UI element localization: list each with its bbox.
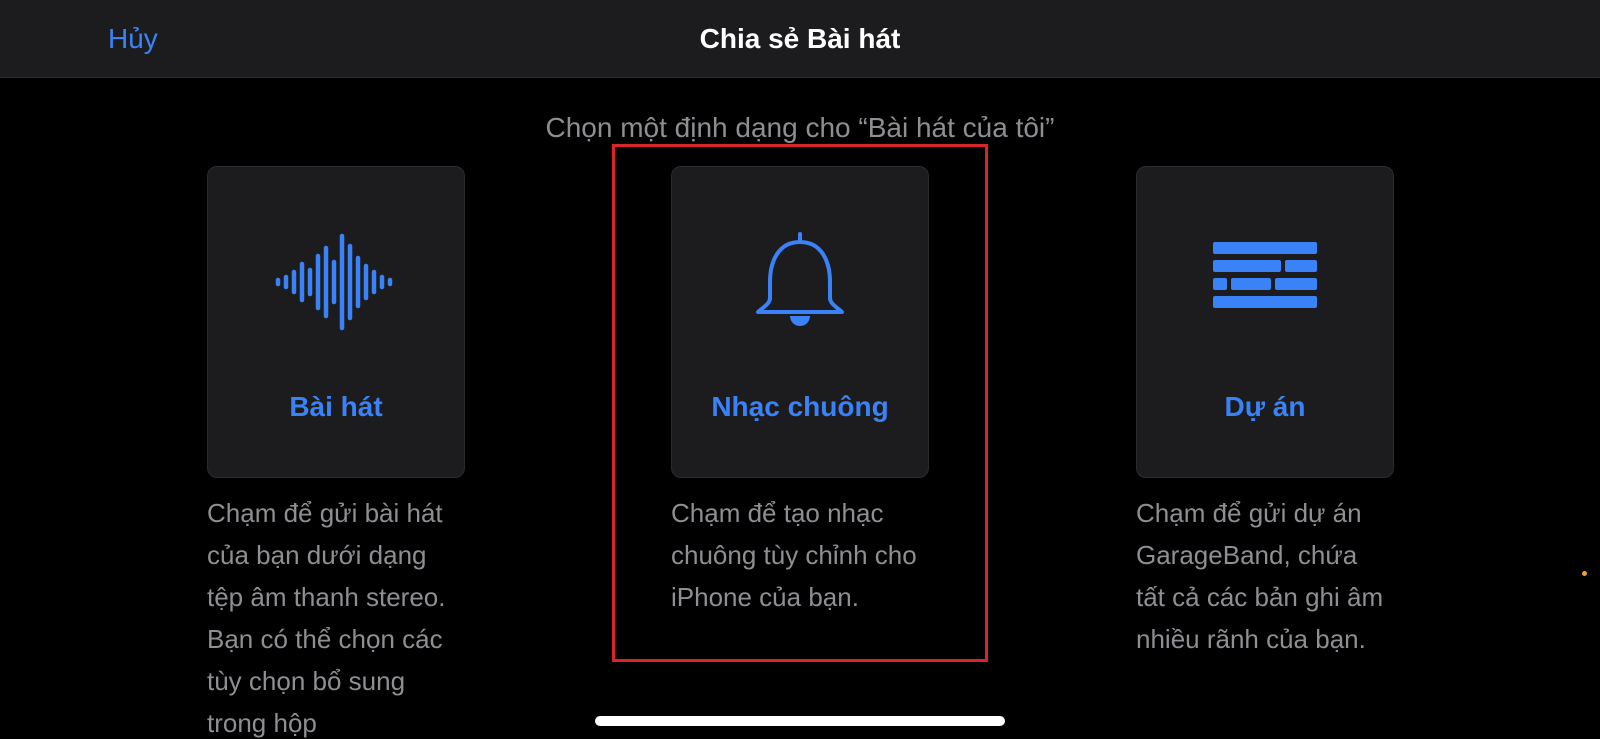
- song-description: Chạm để gửi bài hát của bạn dưới dạng tệ…: [207, 498, 446, 738]
- share-song-screen: Hủy Chia sẻ Bài hát Chọn một định dạng c…: [0, 0, 1600, 739]
- ringtone-card[interactable]: Nhạc chuông: [671, 166, 929, 478]
- option-song: Bài hát Chạm để gửi bài hát của bạn dưới…: [207, 166, 465, 739]
- bell-icon: [672, 227, 928, 337]
- project-description: Chạm để gửi dự án GarageBand, chứa tất c…: [1136, 498, 1384, 654]
- edge-dot: [1582, 571, 1587, 576]
- song-card[interactable]: Bài hát: [207, 166, 465, 478]
- option-project: Dự án Chạm để gửi dự án GarageBand, chứa…: [1136, 166, 1394, 660]
- home-indicator[interactable]: [595, 716, 1005, 726]
- bricks-icon: [1137, 227, 1393, 337]
- format-prompt: Chọn một định dạng cho “Bài hát của tôi”: [545, 112, 1055, 143]
- project-label: Dự án: [1224, 391, 1306, 422]
- song-label: Bài hát: [289, 391, 383, 422]
- option-ringtone: Nhạc chuông Chạm để tạo nhạc chuông tùy …: [671, 166, 929, 618]
- project-card[interactable]: Dự án: [1136, 166, 1394, 478]
- ringtone-description: Chạm để tạo nhạc chuông tùy chỉnh cho iP…: [671, 498, 917, 612]
- ringtone-label: Nhạc chuông: [711, 391, 889, 422]
- navigation-bar: Hủy Chia sẻ Bài hát: [0, 0, 1600, 78]
- page-title: Chia sẻ Bài hát: [699, 23, 901, 54]
- waveform-icon: [208, 227, 464, 337]
